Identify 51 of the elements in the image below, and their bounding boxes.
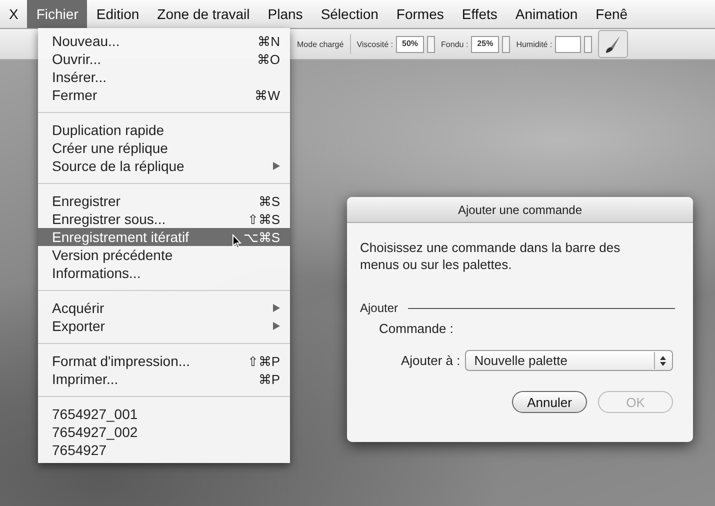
- field-label: Fondu :: [441, 40, 468, 48]
- menu-title[interactable]: X: [0, 0, 28, 28]
- menu-item[interactable]: Format d'impression... ⇧⌘P: [38, 352, 290, 370]
- dialog-message: Choisissez une commande dans la barre des menus ou sur les palettes.: [360, 239, 622, 273]
- menu-item[interactable]: Ouvrir... ⌘O: [38, 50, 290, 68]
- submenu-arrow-icon: [273, 322, 280, 330]
- target-label: Ajouter à :: [401, 353, 460, 368]
- stepper-icon[interactable]: [427, 36, 436, 52]
- group-label: Ajouter: [360, 301, 398, 315]
- menu-item[interactable]: Exporter: [38, 317, 290, 335]
- value-field[interactable]: 25%: [471, 36, 500, 52]
- palette-dropdown[interactable]: Nouvelle palette: [465, 350, 673, 371]
- menu-item[interactable]: Fermer ⌘W: [38, 86, 290, 104]
- menu-item[interactable]: Informations...: [38, 264, 290, 282]
- menu-item[interactable]: Enregistrer ⌘S: [38, 192, 290, 210]
- menu-item[interactable]: Acquérir: [38, 299, 290, 317]
- submenu-arrow-icon: [273, 162, 280, 170]
- menu-item[interactable]: Source de la réplique: [38, 157, 290, 175]
- menu-item[interactable]: 7654927: [38, 441, 290, 459]
- menu-item[interactable]: Enregistrer sous... ⇧⌘S: [38, 210, 290, 228]
- menu-title[interactable]: Fenê: [586, 0, 637, 28]
- menu-title[interactable]: Sélection: [312, 0, 388, 28]
- menu-item[interactable]: 7654927_001: [38, 405, 290, 423]
- menu-title[interactable]: Edition: [87, 0, 148, 28]
- menu-item[interactable]: Insérer...: [38, 68, 290, 86]
- field-label: Humidité :: [516, 40, 552, 48]
- value-field[interactable]: 50%: [396, 36, 424, 52]
- field-label: Viscosité :: [356, 40, 394, 48]
- dialog-title: Ajouter une commande: [347, 197, 693, 223]
- menu-title[interactable]: Formes: [387, 0, 453, 28]
- menu-item[interactable]: 7654927_002: [38, 423, 290, 441]
- brush-tool-button[interactable]: [598, 30, 628, 58]
- dialog-button[interactable]: Annuler: [512, 391, 587, 413]
- menu-title[interactable]: Effets: [452, 0, 506, 28]
- menu-title[interactable]: Zone de travail: [148, 0, 259, 28]
- command-label: Commande :: [379, 321, 454, 336]
- menu-item[interactable]: Enregistrement itératif ⌥⌘S: [38, 228, 290, 246]
- value-field[interactable]: [555, 36, 582, 52]
- stepper-icon[interactable]: [502, 36, 510, 52]
- menu-item[interactable]: Imprimer... ⌘P: [38, 370, 290, 388]
- cursor-icon: [232, 234, 242, 249]
- menu-title[interactable]: Plans: [258, 0, 312, 28]
- stepper-icon[interactable]: [584, 36, 592, 52]
- mode-label: Mode chargé: [297, 40, 344, 48]
- menu-title[interactable]: Fichier: [27, 0, 88, 28]
- submenu-arrow-icon: [273, 304, 280, 312]
- menu-item[interactable]: Créer une réplique: [38, 139, 290, 157]
- menu-title[interactable]: Animation: [506, 0, 587, 28]
- menu-item[interactable]: Duplication rapide: [38, 121, 290, 139]
- menu-item[interactable]: Version précédente: [38, 246, 290, 264]
- menu-item[interactable]: Nouveau... ⌘N: [38, 32, 290, 50]
